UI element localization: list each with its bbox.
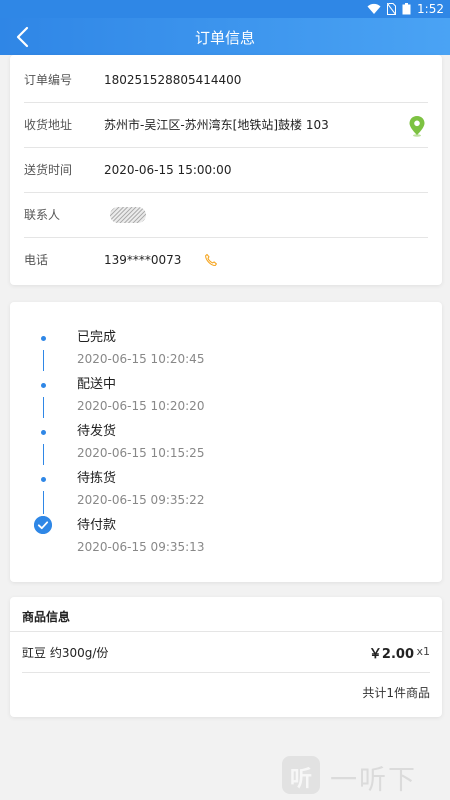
phone-label: 电话 xyxy=(24,253,49,267)
page-title: 订单信息 xyxy=(194,29,255,47)
order-number-value: 180251528805414400 xyxy=(104,73,242,87)
timeline-status: 待付款 xyxy=(77,518,117,533)
timeline-time: 2020-06-15 10:15:25 xyxy=(77,446,205,460)
goods-section-title: 商品信息 xyxy=(22,610,71,624)
timeline-time: 2020-06-15 10:20:45 xyxy=(77,352,205,366)
no-sim-icon xyxy=(387,3,397,15)
contact-name-redacted xyxy=(110,207,146,223)
divider xyxy=(22,672,430,673)
goods-item-name: 豇豆 约300g/份 xyxy=(22,646,109,660)
timeline-time: 2020-06-15 09:35:13 xyxy=(77,540,205,554)
phone-value: 139****0073 xyxy=(104,253,182,267)
check-circle-icon xyxy=(34,516,52,534)
address-value: 苏州市-吴江区-苏州湾东[地铁站]鼓楼 103 xyxy=(104,118,329,132)
wifi-icon xyxy=(367,3,381,15)
contact-label: 联系人 xyxy=(24,208,61,222)
order-info-card: 订单编号 180251528805414400 收货地址 苏州市-吴江区-苏州湾… xyxy=(10,55,442,285)
timeline-time: 2020-06-15 10:20:20 xyxy=(77,399,205,413)
delivery-time-label: 送货时间 xyxy=(24,163,73,177)
contact-row: 联系人 xyxy=(24,193,428,238)
address-row: 收货地址 苏州市-吴江区-苏州湾东[地铁站]鼓楼 103 xyxy=(24,103,428,148)
timeline-connector xyxy=(43,350,44,371)
delivery-time-value: 2020-06-15 15:00:00 xyxy=(104,163,232,177)
timeline-time: 2020-06-15 09:35:22 xyxy=(77,493,205,507)
timeline-connector xyxy=(43,444,44,465)
timeline-status: 已完成 xyxy=(77,330,117,345)
phone-row: 电话 139****0073 xyxy=(24,238,428,283)
timeline-dot xyxy=(41,383,46,388)
divider xyxy=(10,631,442,632)
order-number-row: 订单编号 180251528805414400 xyxy=(24,58,428,103)
location-pin-icon[interactable] xyxy=(408,115,426,137)
status-time: 1:52 xyxy=(417,2,444,16)
order-timeline-card: 已完成 2020-06-15 10:20:45 配送中 2020-06-15 1… xyxy=(10,302,442,582)
goods-total-count: 共计1件商品 xyxy=(362,686,430,700)
goods-info-card: 商品信息 豇豆 约300g/份 ￥2.00 x1 共计1件商品 xyxy=(10,597,442,717)
status-icons: 1:52 xyxy=(367,2,444,16)
delivery-time-row: 送货时间 2020-06-15 15:00:00 xyxy=(24,148,428,193)
timeline-status: 待发货 xyxy=(77,424,117,439)
watermark-text: 一听下载 xyxy=(330,765,417,796)
address-label: 收货地址 xyxy=(24,118,73,132)
app-bar: 订单信息 xyxy=(0,18,450,55)
watermark-logo: 听 xyxy=(282,756,320,794)
watermark-logo-char: 听 xyxy=(289,767,312,792)
battery-icon xyxy=(402,3,411,15)
watermark: 听 一听下载 xyxy=(282,756,442,796)
order-number-label: 订单编号 xyxy=(24,73,73,87)
timeline-dot xyxy=(41,477,46,482)
timeline-connector xyxy=(43,491,44,514)
goods-item-price: ￥2.00 xyxy=(368,647,414,662)
timeline-dot xyxy=(41,336,46,341)
timeline-dot xyxy=(41,430,46,435)
goods-item-quantity: x1 xyxy=(416,645,430,658)
phone-icon[interactable] xyxy=(204,253,218,267)
timeline-status: 配送中 xyxy=(77,377,117,392)
timeline-status: 待拣货 xyxy=(77,471,117,486)
status-bar: 1:52 xyxy=(0,0,450,18)
timeline-connector xyxy=(43,397,44,418)
